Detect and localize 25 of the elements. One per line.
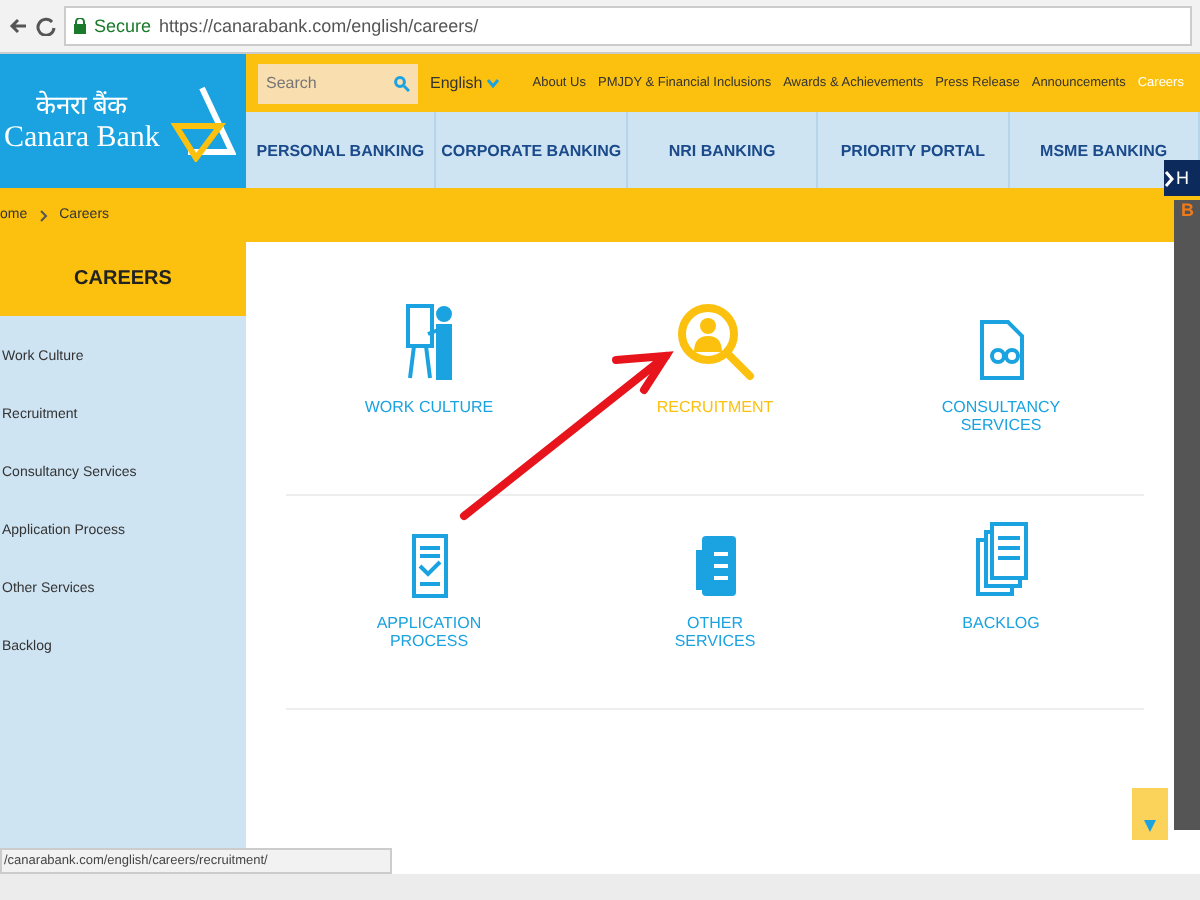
url-text: https://canarabank.com/english/careers/	[159, 16, 479, 36]
reload-icon[interactable]	[36, 16, 56, 36]
arrow-down-icon	[1144, 820, 1156, 832]
address-bar[interactable]: Secure https://canarabank.com/english/careers/	[64, 6, 1192, 46]
search-field[interactable]: Search	[258, 63, 418, 103]
triangle-logo-icon	[167, 81, 236, 161]
secure-label: Secure	[94, 16, 152, 36]
language-selector[interactable]: English	[430, 74, 501, 92]
stacked-documents-icon	[975, 522, 1027, 598]
panel-letter: B	[1181, 200, 1194, 220]
checklist-icon	[411, 534, 447, 598]
logo-hindi-text: केनरा बैंक	[36, 88, 128, 122]
document-glasses-icon	[977, 318, 1025, 382]
chevron-right-icon	[1164, 169, 1174, 187]
chevron-down-icon	[486, 78, 501, 88]
presenter-icon	[403, 302, 455, 382]
back-icon[interactable]	[8, 16, 28, 36]
document-icon	[693, 534, 737, 598]
sidebar-title: CAREERS	[0, 242, 246, 316]
lock-icon	[74, 18, 86, 34]
panel-toggle[interactable]: H	[1164, 160, 1200, 196]
search-icon	[394, 75, 410, 91]
chevron-right-icon	[39, 209, 48, 221]
logo-name: Canara Bank	[4, 122, 160, 156]
magnifier-person-icon	[675, 302, 755, 382]
